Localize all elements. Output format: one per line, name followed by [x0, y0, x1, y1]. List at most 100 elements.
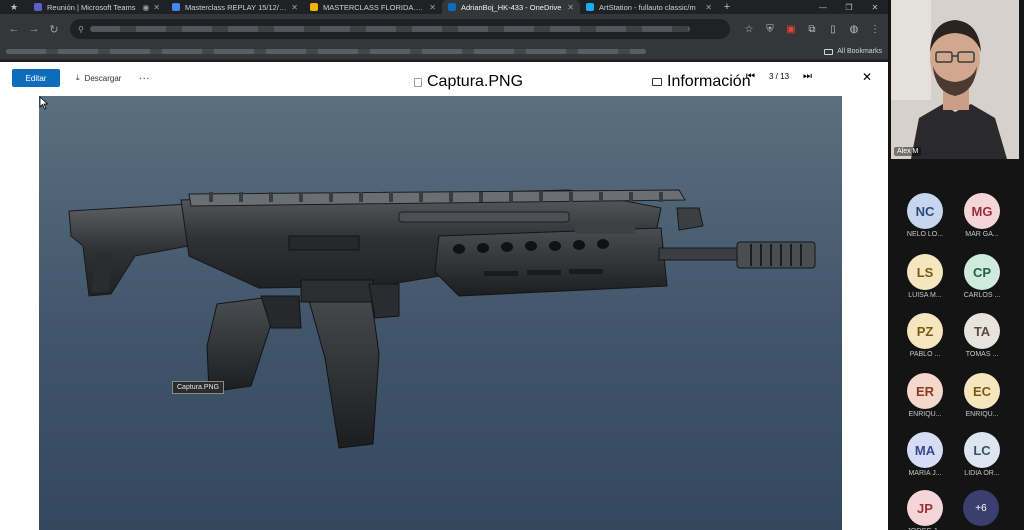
avatar: JP	[907, 490, 943, 526]
all-bookmarks-label: All Bookmarks	[837, 48, 882, 55]
menu-kebab-icon[interactable]: ⋮	[868, 24, 882, 35]
participant-name: LIDIA OR...	[964, 470, 1000, 477]
participant-name: MAR GA...	[965, 231, 999, 238]
participant-tile[interactable]: MG MAR GA...	[949, 193, 1015, 238]
file-name: Captura.PNG	[427, 73, 524, 90]
muzzle-brake	[736, 241, 816, 269]
window-controls: — ❐ ✕	[810, 3, 888, 12]
preview-image[interactable]: Captura.PNG	[39, 96, 842, 530]
participant-tile[interactable]: LC LIDIA OR...	[949, 432, 1015, 477]
blurred-url	[89, 26, 690, 32]
onedrive-viewer: Editar ⤓ Descargar ··· Captura.PNG Infor…	[0, 62, 888, 530]
download-icon: ⤓	[76, 73, 80, 82]
close-tab-icon[interactable]: ✕	[705, 3, 712, 12]
edit-label: Editar	[25, 73, 47, 83]
all-bookmarks-button[interactable]: All Bookmarks	[824, 48, 882, 55]
download-label: Descargar	[84, 73, 122, 83]
info-label: Información	[667, 73, 751, 90]
info-panel-icon	[652, 78, 662, 86]
avatar: PZ	[907, 313, 943, 349]
close-tab-icon[interactable]: ✕	[153, 3, 160, 12]
avatar: MA	[907, 432, 943, 468]
new-tab-icon[interactable]: +	[718, 1, 736, 13]
sidebar-icon[interactable]: ▯	[826, 24, 840, 35]
handguard	[434, 227, 668, 297]
profile-icon[interactable]: ◍	[847, 24, 861, 35]
reload-icon[interactable]: ↻	[44, 23, 64, 36]
artstation-favicon-icon	[586, 3, 594, 11]
presenter-figure	[891, 0, 1019, 159]
shield-icon[interactable]: ⛨	[763, 24, 777, 35]
participant-tile[interactable]: EC ENRIQU...	[949, 373, 1015, 418]
image-tooltip: Captura.PNG	[172, 381, 225, 394]
blurred-bookmarks	[6, 49, 646, 54]
close-tab-icon[interactable]: ✕	[429, 3, 436, 12]
browser-tab-artstation[interactable]: ArtStation - fullauto classic/m ✕	[580, 0, 718, 14]
close-tab-icon[interactable]: ✕	[567, 3, 574, 12]
tab-title: ArtStation - fullauto classic/m	[599, 2, 696, 12]
presenter-video[interactable]: Alex M	[891, 0, 1019, 159]
avatar: LC	[964, 432, 1000, 468]
close-tab-icon[interactable]: ✕	[291, 3, 298, 12]
magazine	[304, 281, 380, 449]
browser-toolbar: ← → ↻ ⚲ ☆ ⛨ ▣ ⧉ ▯ ◍ ⋮	[0, 14, 888, 44]
browser-tab-slides[interactable]: MASTERCLASS FLORIDA.pptx ✕	[304, 0, 442, 14]
close-viewer-icon[interactable]: ✕	[862, 70, 872, 84]
minimize-icon[interactable]: —	[810, 3, 836, 12]
back-icon[interactable]: ←	[4, 23, 24, 35]
participant-tile[interactable]: CP CARLOS ...	[949, 254, 1015, 299]
more-participants-button[interactable]: +6	[963, 490, 999, 526]
browser-tab-onedrive[interactable]: AdrianBoj_HK-433 - OneDrive ✕	[442, 0, 580, 14]
restore-icon[interactable]: ❐	[836, 3, 862, 12]
barrel	[658, 247, 740, 261]
more-options-button[interactable]: ···	[139, 74, 150, 83]
presenter-name: Alex M	[894, 147, 922, 156]
close-window-icon[interactable]: ✕	[862, 3, 888, 12]
onedrive-favicon-icon	[448, 3, 456, 11]
docs-favicon-icon	[172, 3, 180, 11]
bookmarks-bar: All Bookmarks	[0, 44, 888, 60]
bookmark-star-icon[interactable]: ☆	[742, 24, 756, 35]
participant-name: TOMAS ...	[965, 351, 999, 358]
pistol-grip	[206, 297, 272, 393]
avatar: ER	[907, 373, 943, 409]
tab-title: Masterclass REPLAY 15/12/2023	[185, 2, 288, 12]
stock	[68, 203, 200, 297]
extension-red-icon[interactable]: ▣	[784, 24, 798, 35]
tab-title: AdrianBoj_HK-433 - OneDrive	[461, 2, 562, 12]
participant-name: CARLOS ...	[963, 292, 1001, 299]
first-page-icon[interactable]: ⏮	[746, 71, 755, 82]
browser-tab-strip: ★ Reunión | Microsoft Teams ◉ ✕ Mastercl…	[0, 0, 888, 14]
rifle-render	[68, 189, 816, 449]
avatar: LS	[907, 254, 943, 290]
screen: ★ Reunión | Microsoft Teams ◉ ✕ Mastercl…	[0, 0, 1024, 530]
slides-favicon-icon	[310, 3, 318, 11]
page-indicator: 3 / 13	[769, 72, 790, 81]
download-button[interactable]: ⤓ Descargar	[76, 73, 121, 83]
info-button[interactable]: Información	[652, 73, 751, 91]
tab-title: Reunión | Microsoft Teams	[47, 2, 136, 12]
puzzle-icon[interactable]: ⧉	[805, 24, 819, 35]
site-info-icon[interactable]: ⚲	[78, 25, 84, 34]
edit-button[interactable]: Editar	[12, 69, 60, 87]
avatar: EC	[964, 373, 1000, 409]
address-bar[interactable]: ⚲	[70, 19, 730, 39]
tab-title: MASTERCLASS FLORIDA.pptx	[323, 2, 426, 12]
star-icon[interactable]: ★	[0, 2, 28, 13]
mouse-cursor-icon	[39, 96, 49, 110]
teams-favicon-icon	[34, 3, 42, 11]
record-icon: ◉	[142, 2, 150, 12]
folder-icon	[824, 48, 834, 55]
avatar: NC	[907, 193, 943, 229]
browser-tab-docs[interactable]: Masterclass REPLAY 15/12/2023 ✕	[166, 0, 304, 14]
next-page-icon[interactable]: ⏭	[803, 71, 812, 82]
participant-tile[interactable]: TA TOMAS ...	[949, 313, 1015, 358]
file-name-display: Captura.PNG	[414, 73, 523, 91]
participant-name: ENRIQU...	[965, 411, 999, 418]
browser-tab-teams[interactable]: Reunión | Microsoft Teams ◉ ✕	[28, 0, 166, 14]
forward-icon[interactable]: →	[24, 23, 44, 35]
pager: ⏮ 3 / 13 ⏭	[746, 71, 812, 82]
participant-tile[interactable]: JPJORGE J...	[892, 490, 958, 530]
avatar: TA	[964, 313, 1000, 349]
extensions-area: ☆ ⛨ ▣ ⧉ ▯ ◍ ⋮	[742, 24, 882, 35]
